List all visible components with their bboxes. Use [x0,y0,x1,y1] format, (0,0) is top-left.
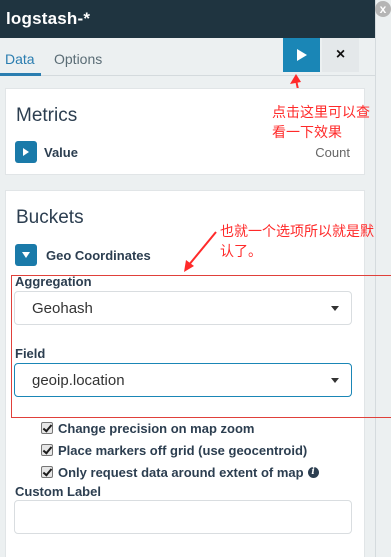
custom-label-input[interactable] [14,500,352,534]
bucket-agg-name: Geo Coordinates [46,248,151,263]
metric-expand-button[interactable] [15,141,37,163]
buckets-title: Buckets [16,207,84,228]
annotation-arrow [184,231,217,272]
close-icon[interactable]: x [375,1,391,17]
chevron-down-icon [22,252,30,258]
option-change-precision[interactable]: Change precision on map zoom [41,420,254,436]
field-label: Field [15,346,46,361]
active-tab-indicator [0,73,41,76]
field-select[interactable]: geoip.location [14,363,352,397]
aggregation-label: Aggregation [15,274,92,289]
aggregation-value: Geohash [32,300,93,317]
option-label: Place markers off grid (use geocentroid) [58,442,308,458]
apply-annotation-line1: 点击这里可以查 [272,105,370,121]
index-pattern-title: logstash-* [6,9,91,28]
bucket-collapse-button[interactable] [15,244,37,266]
apply-changes-button[interactable] [283,38,320,72]
tab-data[interactable]: Data [5,51,35,67]
checkbox-checked[interactable] [41,466,53,478]
option-place-markers[interactable]: Place markers off grid (use geocentroid) [41,442,307,458]
custom-label-label: Custom Label [15,484,101,499]
field-value: geoip.location [32,372,125,389]
option-request-extent[interactable]: Only request data around extent of map i [41,464,319,480]
info-icon[interactable]: i [307,466,319,478]
option-label: Change precision on map zoom [58,420,255,436]
metrics-title: Metrics [16,105,78,126]
aggregation-select[interactable]: Geohash [14,291,352,325]
tab-options[interactable]: Options [54,51,102,67]
discard-changes-button[interactable]: × [322,38,359,72]
checkbox-checked[interactable] [41,444,53,456]
app-header: logstash-* [0,0,375,38]
caret-down-icon [331,378,339,383]
checkbox-checked[interactable] [41,422,53,434]
metric-agg-type: Count [315,145,350,160]
geo-annotation-line1: 也就一个选项所以就是默 [220,224,374,240]
chevron-right-icon [23,148,29,156]
apply-annotation-line2: 看一下效果 [272,125,342,141]
option-label: Only request data around extent of map [58,464,304,480]
metric-agg-name: Value [44,145,78,160]
geo-annotation-line2: 认了。 [220,244,262,260]
caret-down-icon [331,306,339,311]
play-icon [296,49,307,61]
close-icon: × [335,46,346,63]
